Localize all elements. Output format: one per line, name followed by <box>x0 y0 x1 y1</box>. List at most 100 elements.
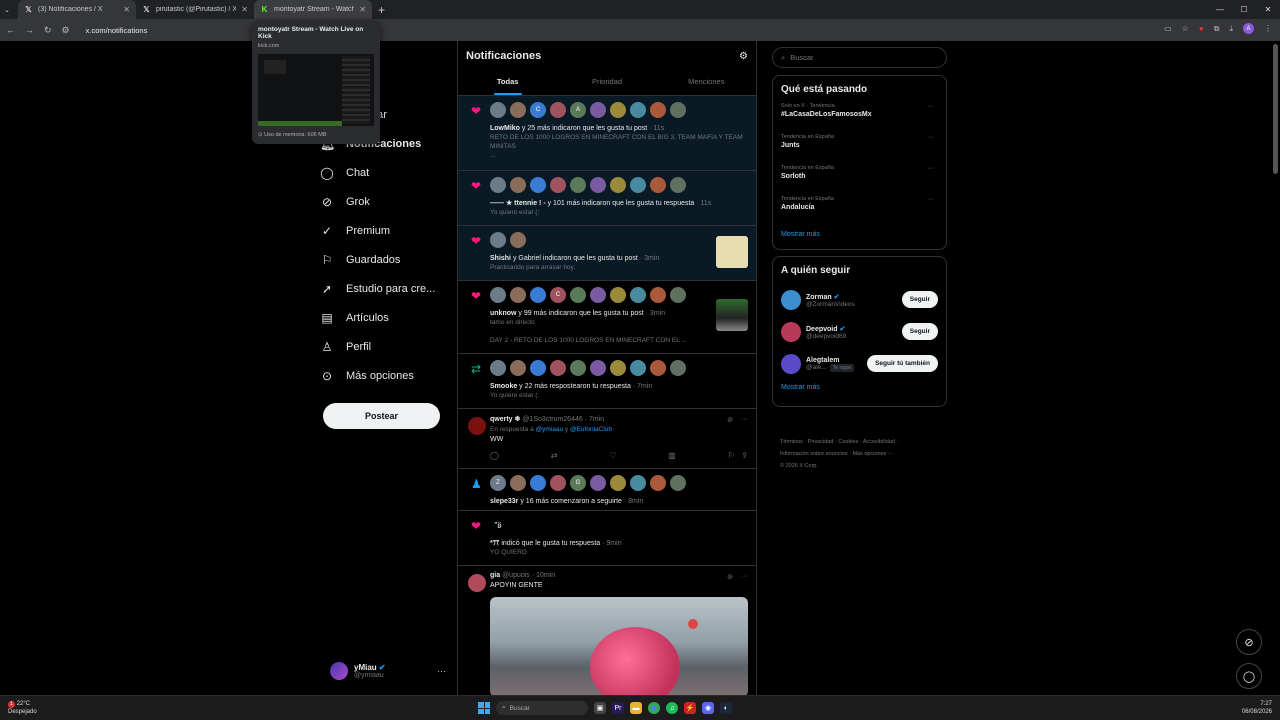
post-thumbnail[interactable] <box>716 236 748 268</box>
close-window-icon[interactable]: ✕ <box>1256 0 1280 19</box>
avatar[interactable]: G <box>570 475 586 491</box>
more-icon[interactable]: ··· <box>927 103 934 110</box>
mention-link[interactable]: @EufonlaClub <box>570 426 612 433</box>
avatar[interactable] <box>590 475 606 491</box>
show-more-link[interactable]: Mostrar más <box>781 384 938 391</box>
notification-item[interactable]: ♟ ZG slepe33r y 16 más comenzaron a segu… <box>458 469 756 511</box>
avatar[interactable]: Z <box>490 475 506 491</box>
avatar[interactable] <box>590 360 606 376</box>
avatar[interactable] <box>670 475 686 491</box>
avatar[interactable] <box>510 102 526 118</box>
avatar[interactable] <box>781 290 801 310</box>
reload-icon[interactable]: ↻ <box>44 25 52 36</box>
avatar[interactable] <box>650 177 666 193</box>
avatar[interactable] <box>490 287 506 303</box>
views-icon[interactable]: ▥ <box>668 451 676 460</box>
avatar[interactable] <box>530 360 546 376</box>
grok-fab-button[interactable]: ⊘ <box>1236 629 1262 655</box>
grok-icon[interactable]: ⊘ <box>727 573 733 581</box>
avatar[interactable] <box>550 102 566 118</box>
follow-suggestion[interactable]: Zorman ✔ @ZormanVideos Seguir <box>781 284 938 316</box>
footer-link-row[interactable]: Información sobre anuncios · Más opcione… <box>780 448 945 460</box>
avatar[interactable] <box>490 177 506 193</box>
premiere-icon[interactable]: Pr <box>612 702 624 714</box>
more-icon[interactable]: ··· <box>741 416 748 424</box>
avatar[interactable] <box>550 177 566 193</box>
avatar[interactable] <box>670 102 686 118</box>
more-icon[interactable]: ··· <box>741 573 748 581</box>
avatar[interactable] <box>650 102 666 118</box>
bookmark-icon[interactable]: ⚐ <box>727 451 734 460</box>
trend-item[interactable]: Tendencia en España Junts ··· <box>781 134 938 165</box>
download-icon[interactable]: ⤓ <box>1229 24 1233 34</box>
avatar[interactable] <box>510 360 526 376</box>
avatar[interactable] <box>468 574 486 592</box>
avatar[interactable]: C <box>530 102 546 118</box>
avatar[interactable] <box>610 360 626 376</box>
grok-icon[interactable]: ⊘ <box>727 416 733 424</box>
nav-mas-opciones[interactable]: ⊙ Más opciones <box>320 361 450 390</box>
task-view-icon[interactable]: ▣ <box>594 702 606 714</box>
nav-articulos[interactable]: ▤ Artículos <box>320 303 450 332</box>
avatar[interactable] <box>630 287 646 303</box>
avatar[interactable] <box>490 232 506 248</box>
notification-item[interactable]: ❤ —— ★ ttennie ! - y 101 más indicaron q… <box>458 171 756 226</box>
notification-item[interactable]: ❤ "ʚ̈ *ꔫ indicó que le gusta tu respuest… <box>458 511 756 566</box>
avatar[interactable] <box>650 475 666 491</box>
avatar[interactable] <box>550 475 566 491</box>
avatar[interactable] <box>570 287 586 303</box>
avatar[interactable] <box>781 354 801 374</box>
more-icon[interactable]: ··· <box>927 165 934 172</box>
notification-actor[interactable]: unknow <box>490 310 516 317</box>
weather-widget[interactable]: 1 22°C Despejado <box>8 700 37 716</box>
avatar[interactable] <box>650 360 666 376</box>
like-icon[interactable]: ♡ <box>609 451 616 460</box>
more-icon[interactable]: ··· <box>927 196 934 203</box>
nav-chat[interactable]: ◯ Chat <box>320 158 450 187</box>
site-info-icon[interactable]: ⚙ <box>62 25 70 36</box>
tab-todas[interactable]: Todas <box>458 75 557 95</box>
notification-item[interactable]: ❤ Shishi y Gabriel indicaron que les gus… <box>458 226 756 281</box>
extension-icon[interactable]: ● <box>1199 24 1204 33</box>
more-icon[interactable]: ··· <box>927 134 934 141</box>
avatar[interactable] <box>490 360 506 376</box>
avatar[interactable] <box>670 177 686 193</box>
avatar[interactable] <box>781 322 801 342</box>
avatar[interactable] <box>570 177 586 193</box>
avatar[interactable] <box>570 360 586 376</box>
tab-list-button[interactable]: ⌄ <box>0 0 18 19</box>
close-icon[interactable]: ✕ <box>123 5 130 14</box>
avatar[interactable] <box>630 360 646 376</box>
browser-profile-avatar[interactable]: A <box>1243 23 1254 34</box>
avatar[interactable] <box>610 475 626 491</box>
discord-icon[interactable]: ◉ <box>702 702 714 714</box>
app-icon[interactable]: ⚡ <box>684 702 696 714</box>
avatar[interactable]: "ʚ̈ <box>490 517 506 533</box>
reply-icon[interactable]: ◯ <box>490 451 499 460</box>
notification-actor[interactable]: Shishi <box>490 255 511 262</box>
system-clock[interactable]: 7:27 06/08/2026 <box>1242 700 1272 716</box>
puzzle-icon[interactable]: ⧉ <box>1214 24 1220 34</box>
avatar[interactable] <box>510 287 526 303</box>
avatar[interactable] <box>650 287 666 303</box>
avatar[interactable] <box>610 287 626 303</box>
nav-perfil[interactable]: ♙ Perfil <box>320 332 450 361</box>
notification-item[interactable]: ❤ C unknow y 99 más indicaron que les gu… <box>458 281 756 354</box>
menu-icon[interactable]: ⋮ <box>1264 24 1272 33</box>
url-field[interactable]: x.com/notifications <box>86 26 148 35</box>
reply-post[interactable]: qwerty ❄ @1So3ctrum26446 · 7min En respu… <box>458 409 756 469</box>
avatar[interactable] <box>610 177 626 193</box>
avatar[interactable] <box>510 232 526 248</box>
avatar[interactable] <box>530 287 546 303</box>
maximize-icon[interactable]: ☐ <box>1232 0 1256 19</box>
notification-actor[interactable]: LowMiko <box>490 125 520 132</box>
follow-suggestion[interactable]: Deepvoid ✔ @deepvoid69 Seguir <box>781 316 938 348</box>
avatar[interactable] <box>530 177 546 193</box>
search-input[interactable] <box>790 53 931 62</box>
taskbar-search[interactable]: ⌕ Buscar <box>496 701 588 715</box>
post-thumbnail[interactable] <box>716 299 748 331</box>
nav-guardados[interactable]: ⚐ Guardados <box>320 245 450 274</box>
avatar[interactable] <box>590 177 606 193</box>
show-more-link[interactable]: Mostrar más <box>781 231 938 238</box>
avatar[interactable] <box>630 475 646 491</box>
